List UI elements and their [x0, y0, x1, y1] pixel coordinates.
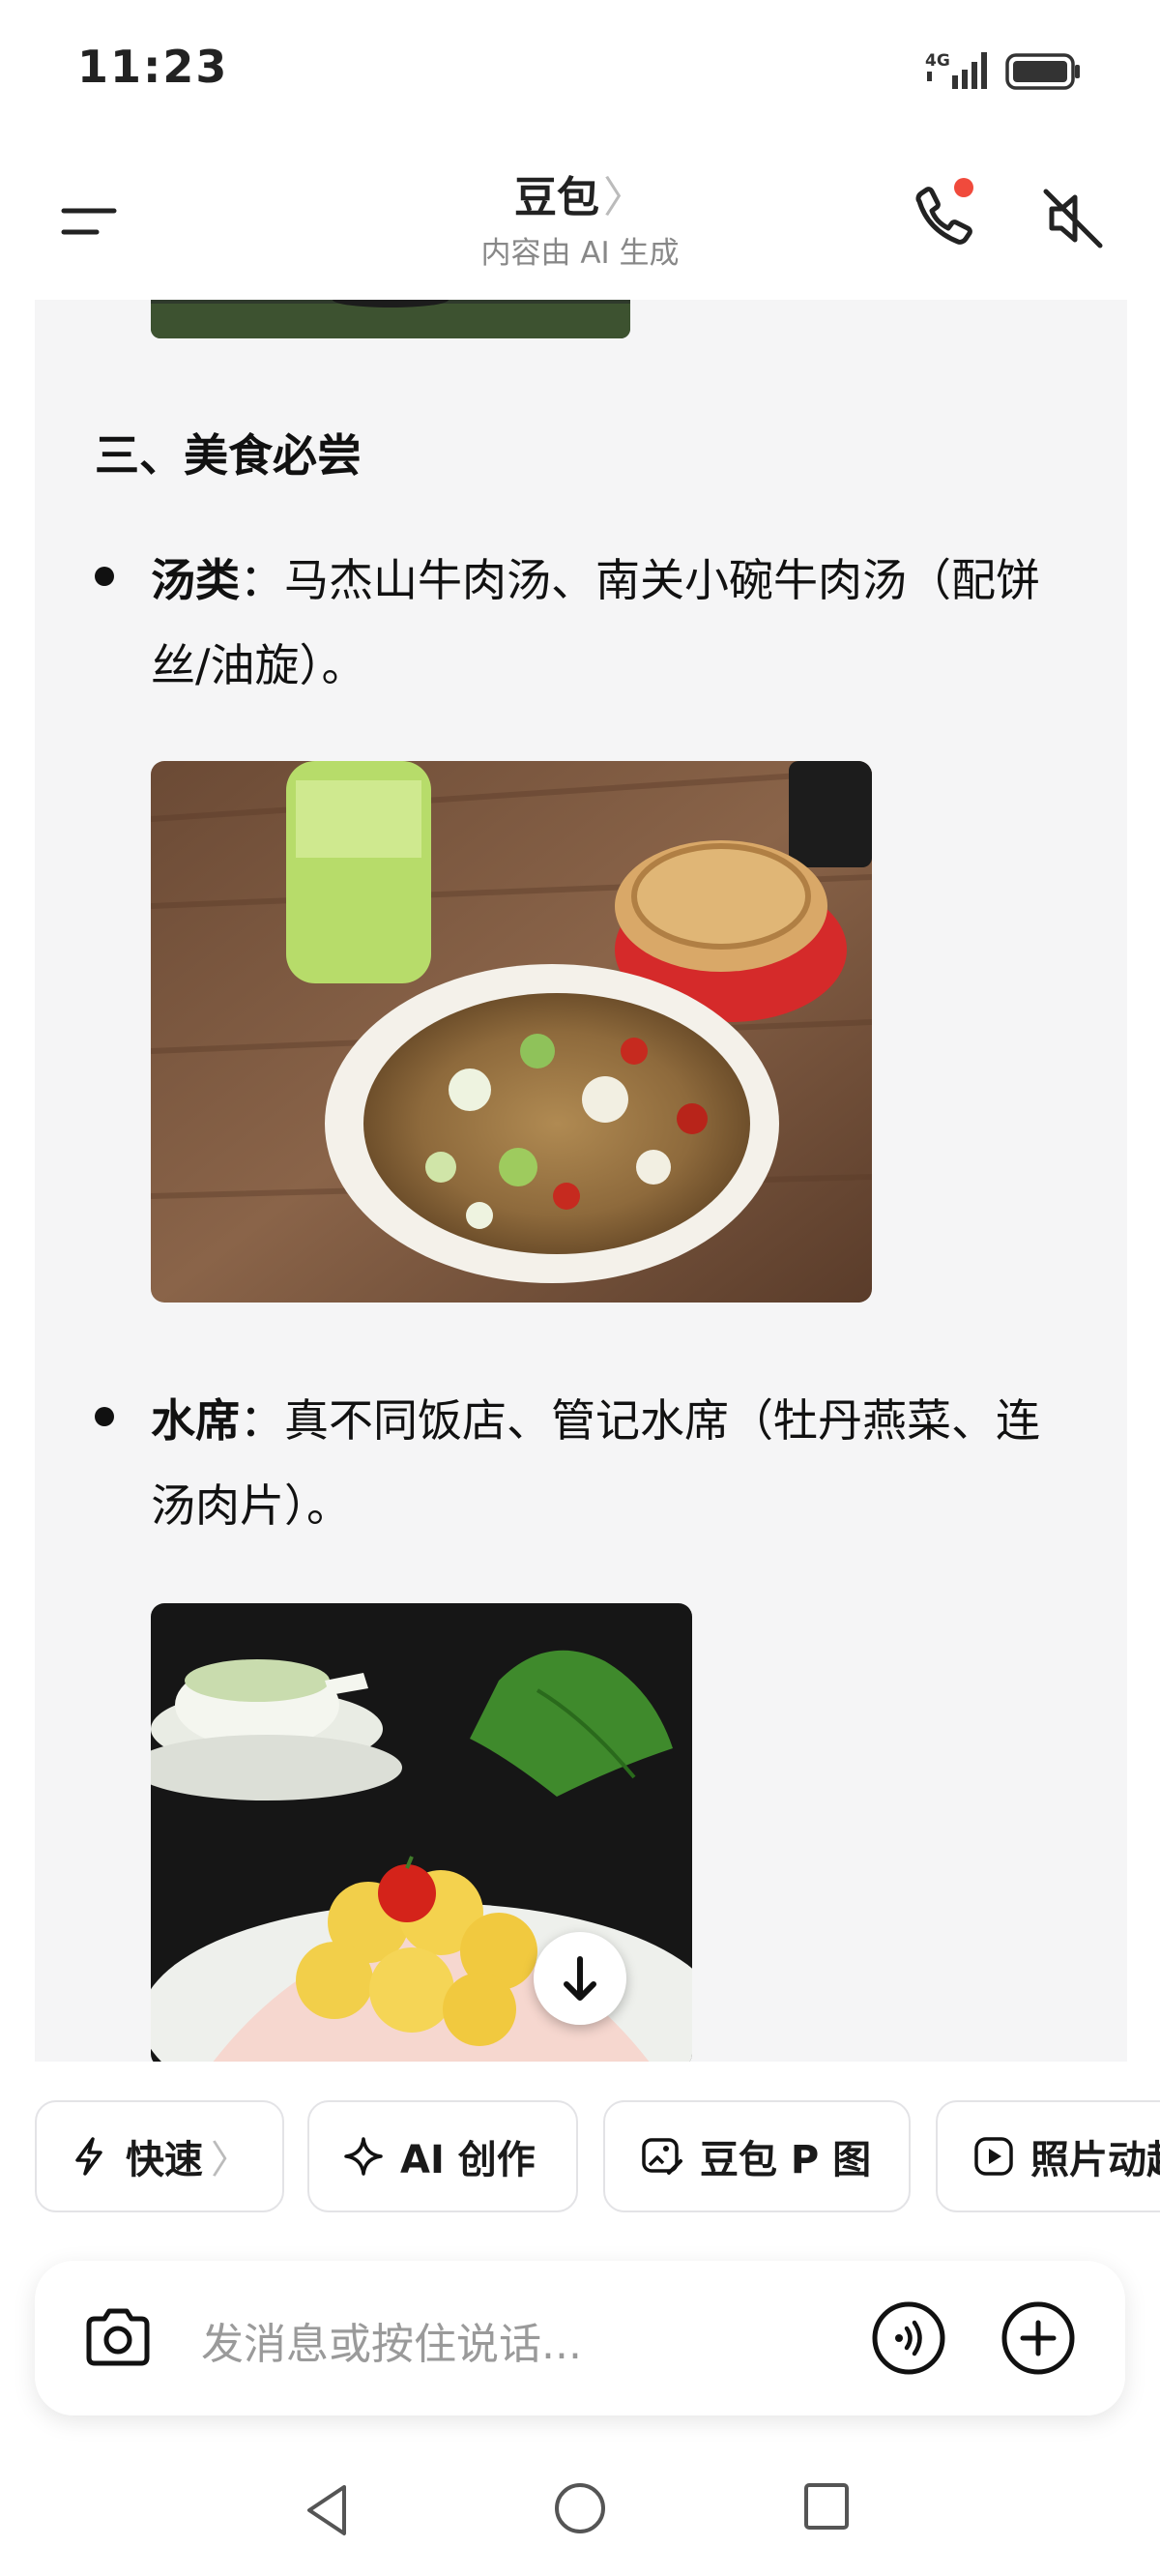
status-time: 11:23 — [77, 41, 229, 93]
ai-disclaimer: 内容由 AI 生成 — [480, 236, 680, 271]
item-separator: ： — [240, 1394, 284, 1447]
system-navigation-bar — [0, 2437, 1160, 2576]
chat-header: 豆包〉 内容由 AI 生成 — [0, 145, 1160, 300]
quick-actions: 快速 〉 AI 创作 豆包 P 图 照片动起来 — [0, 2100, 1160, 2216]
home-icon[interactable] — [553, 2481, 607, 2535]
sparkle-icon — [344, 2137, 383, 2176]
chip-animate-photo[interactable]: 照片动起来 — [936, 2100, 1160, 2212]
call-badge — [954, 178, 973, 197]
chip-label: 豆包 P 图 — [700, 2138, 872, 2182]
chip-label: 快速 — [126, 2138, 203, 2182]
network-type: 4G — [925, 51, 950, 71]
image-edit-icon — [642, 2138, 682, 2175]
back-icon[interactable] — [302, 2481, 356, 2539]
list-item: 汤类：马杰山牛肉汤、南关小碗牛肉汤（配饼丝/油旋）。 — [95, 538, 1071, 708]
chip-label: AI 创作 — [400, 2138, 536, 2182]
chip-ai-create[interactable]: AI 创作 — [307, 2100, 578, 2212]
section-heading: 三、美食必尝 — [95, 429, 362, 482]
title-chevron-icon: 〉 — [603, 173, 646, 222]
chip-image-edit[interactable]: 豆包 P 图 — [603, 2100, 911, 2212]
chip-label: 照片动起来 — [1030, 2138, 1160, 2182]
message-content: 三、美食必尝 汤类：马杰山牛肉汤、南关小碗牛肉汤（配饼丝/油旋）。 水席：真不同… — [35, 300, 1127, 2062]
bullet-dot — [95, 567, 114, 586]
speaker-muted-icon[interactable] — [1034, 180, 1112, 257]
voice-icon[interactable] — [870, 2299, 947, 2377]
battery-icon — [1005, 53, 1080, 90]
arrow-down-icon[interactable] — [534, 1932, 626, 2025]
item-text: 真不同饭店、管记水席（牡丹燕菜、连汤肉片）。 — [151, 1394, 1040, 1532]
status-bar: 11:23 4G — [0, 0, 1160, 145]
item-label: 水席 — [151, 1394, 240, 1447]
plus-icon[interactable] — [1000, 2299, 1077, 2377]
signal-icon: 4G — [925, 51, 987, 89]
chip-fast-mode[interactable]: 快速 〉 — [35, 2100, 284, 2212]
item-label: 汤类 — [151, 554, 240, 606]
lightning-icon — [75, 2137, 102, 2176]
item-text: 马杰山牛肉汤、南关小碗牛肉汤（配饼丝/油旋）。 — [151, 554, 1040, 691]
chat-title-area[interactable]: 豆包〉 内容由 AI 生成 — [0, 162, 1160, 272]
message-input-bar: 发消息或按住说话... — [35, 2261, 1125, 2415]
bullet-dot — [95, 1407, 114, 1426]
item-separator: ： — [240, 554, 284, 606]
doubao-chat-screen: 11:23 4G 豆包〉 内容由 AI 生成 三、美食必尝 汤类：马杰山牛肉汤、… — [0, 0, 1160, 2576]
soup-photo[interactable] — [151, 761, 872, 1303]
chevron-right-icon: 〉 — [211, 2138, 249, 2182]
camera-icon[interactable] — [81, 2301, 155, 2375]
list-item: 水席：真不同饭店、管记水席（牡丹燕菜、连汤肉片）。 — [95, 1378, 1071, 1548]
recent-apps-icon[interactable] — [802, 2481, 851, 2532]
previous-image[interactable] — [151, 300, 630, 338]
chat-title: 豆包 — [514, 173, 599, 222]
message-input[interactable]: 发消息或按住说话... — [201, 2309, 582, 2371]
phone-icon[interactable] — [904, 174, 981, 261]
play-icon — [974, 2137, 1013, 2176]
